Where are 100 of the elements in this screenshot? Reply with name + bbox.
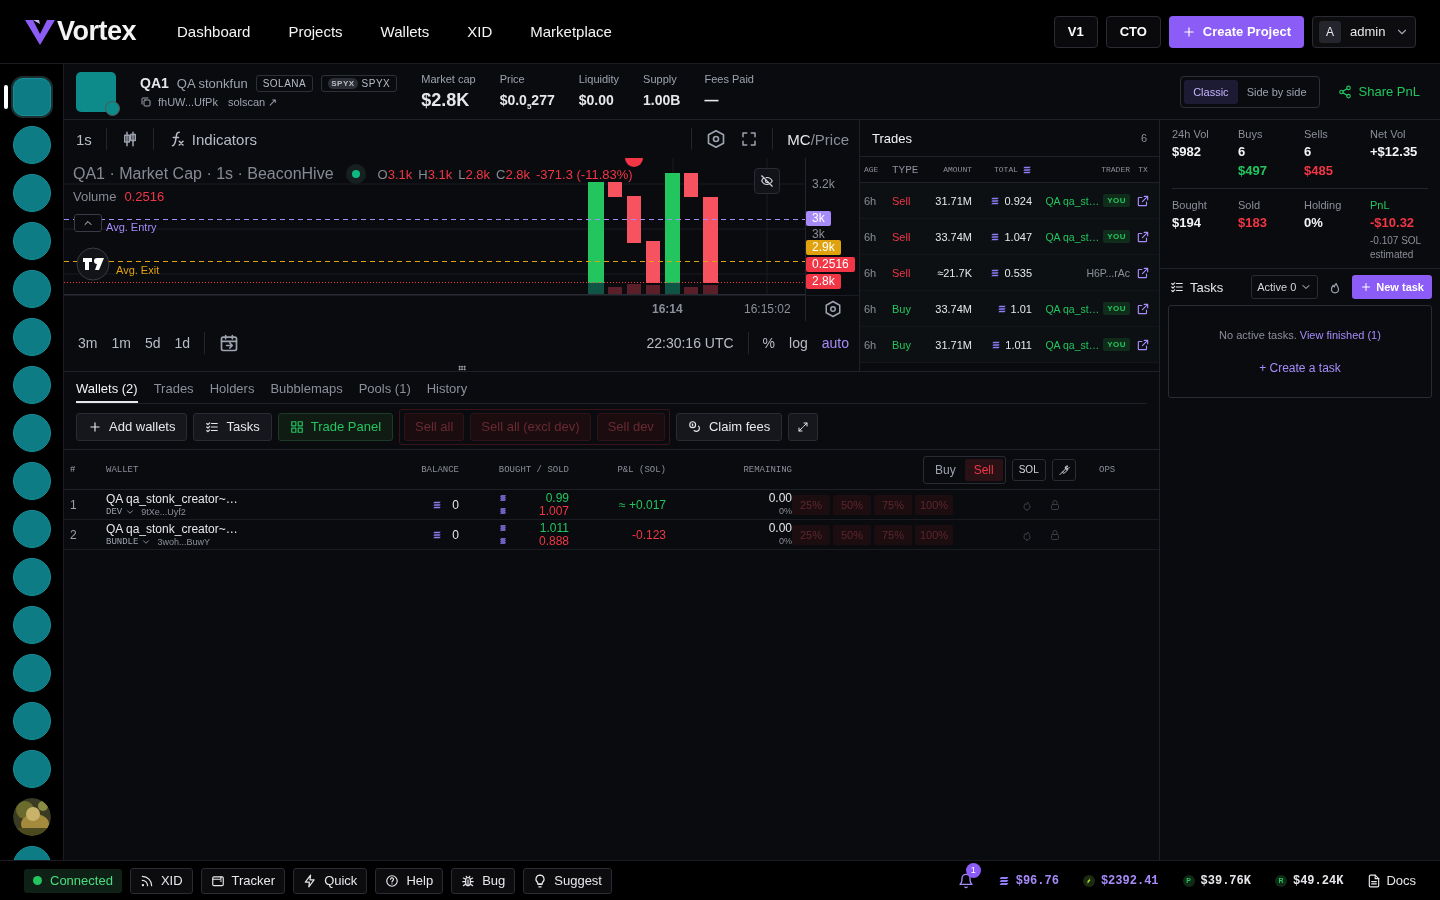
token-avatar[interactable] — [12, 270, 51, 308]
token-avatar[interactable] — [12, 366, 51, 404]
range-button[interactable]: 5d — [144, 335, 161, 351]
external-link-icon[interactable] — [1136, 301, 1150, 316]
trader-name[interactable]: H6P...rAc — [1086, 266, 1130, 279]
bell-icon[interactable] — [957, 872, 974, 889]
tab[interactable]: Wallets (2) — [76, 376, 138, 403]
share-button[interactable]: Share PnL — [1337, 84, 1420, 99]
token-avatar[interactable] — [12, 174, 51, 212]
volume-label: Volume — [73, 189, 117, 204]
trade-marker-icon[interactable] — [625, 158, 643, 167]
settings-button[interactable] — [1051, 458, 1076, 481]
token-avatar[interactable] — [12, 510, 51, 548]
drag-handle-icon[interactable] — [457, 363, 467, 373]
toolbar-button[interactable]: Bug — [451, 867, 516, 894]
table-cell: 0.535 — [1004, 266, 1032, 279]
trader-name[interactable]: QA qa_st… — [1045, 338, 1100, 351]
scale-option[interactable]: % — [762, 335, 776, 351]
toggle-button[interactable]: CTO — [1105, 15, 1161, 48]
explorer-link[interactable]: solscan ↗ — [227, 95, 278, 109]
external-link-icon[interactable] — [1136, 229, 1150, 244]
token-avatar[interactable] — [12, 750, 51, 788]
chart-mode-option[interactable]: /Price — [810, 130, 849, 148]
layout-option[interactable]: Classic — [1184, 79, 1238, 104]
role-dropdown[interactable]: DEV — [106, 506, 136, 517]
token-avatar[interactable] — [12, 462, 51, 500]
trader-name[interactable]: QA qa_st… — [1045, 302, 1100, 315]
remaining-percent: 0% — [779, 534, 792, 548]
stat-value: 1.00B — [643, 91, 681, 110]
new-task-button[interactable]: New task — [1352, 275, 1432, 299]
side-option[interactable]: Buy — [926, 458, 965, 481]
user-menu[interactable]: A admin — [1312, 15, 1416, 48]
token-icon — [1082, 874, 1095, 887]
role-dropdown[interactable]: BUNDLE — [106, 536, 152, 547]
collapse-button[interactable] — [74, 214, 102, 232]
notification-badge: 1 — [965, 862, 981, 878]
indicators-button[interactable]: Indicators — [167, 130, 257, 148]
date-range-icon[interactable] — [219, 333, 240, 353]
token-avatar[interactable] — [12, 606, 51, 644]
chart-mode-option[interactable]: MC — [787, 130, 811, 148]
trader-name[interactable]: QA qa_st… — [1045, 230, 1100, 243]
settings-icon[interactable] — [823, 299, 842, 318]
token-avatar[interactable] — [12, 126, 51, 164]
toolbar-button[interactable]: Help — [375, 867, 444, 894]
token-avatar[interactable] — [12, 318, 51, 356]
nav-link[interactable]: Dashboard — [177, 23, 251, 40]
view-finished-link[interactable]: View finished (1) — [1299, 328, 1381, 341]
toggle-button[interactable]: V1 — [1053, 15, 1098, 48]
range-button[interactable]: 1m — [111, 335, 131, 351]
create-project-button[interactable]: Create Project — [1168, 15, 1304, 48]
settings-icon[interactable] — [706, 129, 727, 149]
nav-link[interactable]: Wallets — [380, 23, 430, 40]
scale-option[interactable]: auto — [821, 335, 849, 351]
avg-exit-label: Avg. Exit — [116, 264, 160, 276]
token-avatar[interactable] — [12, 558, 51, 596]
external-link-icon[interactable] — [1136, 193, 1150, 208]
token-avatar[interactable] — [12, 702, 51, 740]
tab[interactable]: Holders — [209, 376, 255, 403]
toolbar-button[interactable]: Tracker — [200, 867, 286, 894]
nav-link[interactable]: XID — [467, 23, 493, 40]
docs-link[interactable]: Docs — [1367, 873, 1416, 888]
copy-icon[interactable] — [140, 96, 152, 108]
live-status-icon — [345, 164, 366, 184]
action-button[interactable]: Add wallets — [76, 412, 188, 441]
external-link-icon[interactable] — [1136, 265, 1150, 280]
trade-type: Sell — [892, 194, 912, 207]
token-avatar[interactable] — [12, 414, 51, 452]
bought-value: 1.011 — [539, 521, 569, 535]
chart-logo-icon[interactable] — [76, 247, 110, 281]
tab[interactable]: Pools (1) — [358, 376, 411, 403]
solana-icon — [499, 507, 507, 515]
tab[interactable]: Trades — [153, 376, 194, 403]
logo-text[interactable]: Vortex — [57, 16, 137, 47]
token-avatar[interactable] — [12, 222, 51, 260]
nav-link[interactable]: Projects — [288, 23, 343, 40]
tab[interactable]: Bubblemaps — [270, 376, 343, 403]
action-button[interactable]: Trade Panel — [277, 412, 394, 441]
expand-button[interactable] — [788, 412, 819, 441]
create-task-link[interactable]: + Create a task — [1259, 360, 1341, 375]
claim-fees-button[interactable]: Claim fees — [675, 412, 783, 441]
unit-button[interactable]: SOL — [1011, 458, 1046, 481]
range-button[interactable]: 3m — [78, 335, 98, 351]
external-link-icon[interactable] — [1136, 337, 1150, 352]
tab[interactable]: History — [426, 376, 468, 403]
token-avatar[interactable] — [12, 654, 51, 692]
action-button[interactable]: Tasks — [193, 412, 272, 441]
fullscreen-icon[interactable] — [740, 130, 759, 148]
trader-name[interactable]: QA qa_st… — [1045, 194, 1100, 207]
interval-button[interactable]: 1s — [76, 130, 92, 148]
nav-link[interactable]: Marketplace — [530, 23, 612, 40]
toolbar-button[interactable]: Quick — [293, 867, 368, 894]
side-option[interactable]: Sell — [964, 458, 1003, 481]
toolbar-button[interactable]: Suggest — [523, 867, 612, 894]
token-avatar[interactable] — [12, 78, 51, 116]
layout-option[interactable]: Side by side — [1237, 79, 1316, 104]
toolbar-button[interactable]: XID — [129, 867, 193, 894]
scale-option[interactable]: log — [789, 335, 808, 351]
filter-dropdown[interactable]: Active 0 — [1251, 275, 1319, 299]
hide-button[interactable] — [754, 168, 780, 194]
range-button[interactable]: 1d — [174, 335, 191, 351]
